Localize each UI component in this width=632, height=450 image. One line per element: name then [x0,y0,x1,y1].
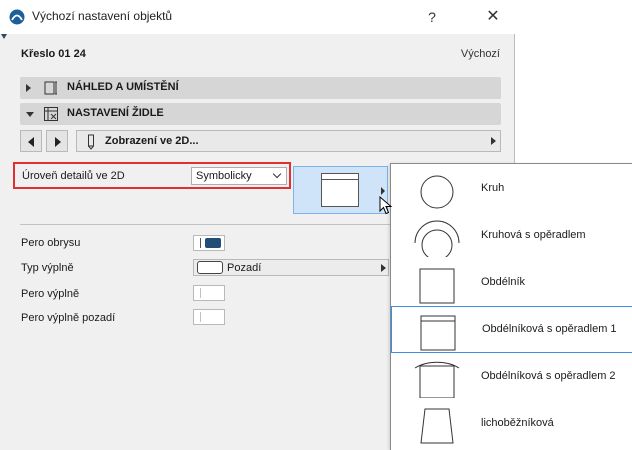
circle-backrest-icon [414,220,460,257]
chair-settings-icon [44,107,58,121]
fill-swatch-icon [197,261,223,274]
popup-item-rectangle-backrest-2[interactable]: Obdélníková s opěradlem 2 [391,354,632,401]
popup-item-label: Kruhová s opěradlem [481,229,586,241]
outline-pen-label: Pero obrysu [21,237,81,249]
page-selector[interactable]: Zobrazení ve 2D... [76,130,501,152]
corner-arrow-icon [1,34,7,39]
default-label: Výchozí [460,48,500,60]
page-navigator: Zobrazení ve 2D... [20,130,501,152]
archicad-app-icon [9,9,25,25]
pencil-icon [88,134,94,150]
fill-type-label: Typ výplně [21,262,74,274]
pen-color-swatch [205,238,221,248]
outline-pen-control[interactable] [193,235,225,251]
page-selector-label: Zobrazení ve 2D... [105,135,199,147]
detail-level-value: Symbolicky [196,170,252,182]
close-button[interactable]: ✕ [482,6,504,28]
rectangle-backrest-1-icon [420,315,456,351]
popup-item-circle[interactable]: Kruh [391,166,632,213]
detail-level-select[interactable]: Symbolicky [191,167,287,185]
rectangle-icon [419,268,455,304]
section-preview-placement[interactable]: NÁHLED A UMÍSTĚNÍ [20,77,501,99]
fill-background-pen-label: Pero výplně pozadí [21,312,116,324]
title-bar: Výchozí nastavení objektů ? ✕ [0,0,515,34]
mouse-cursor-icon [379,196,393,215]
pen-tick-icon [200,238,201,248]
trapezoid-icon [420,408,454,444]
pen-color-swatch [205,288,221,298]
window-title: Výchozí nastavení objektů [32,9,173,23]
pen-tick-icon [200,288,201,298]
popup-item-label: Kruh [481,182,505,194]
collapse-arrow-icon [26,112,34,117]
symbol-type-popup: Kruh Kruhová s opěradlem Obdélník Obdéln… [390,163,632,450]
popup-item-label: Obdélníková s opěradlem 2 [481,370,616,382]
pen-tick-icon [200,312,201,322]
section-label: NASTAVENÍ ŽIDLE [67,107,164,119]
fill-background-pen-control[interactable] [193,309,225,325]
fill-pen-control[interactable] [193,285,225,301]
preview-placement-icon [44,81,57,95]
chevron-right-icon [491,137,496,145]
section-label: NÁHLED A UMÍSTĚNÍ [67,81,179,93]
fill-type-selector[interactable]: Pozadí [193,259,389,276]
object-name: Křeslo 01 24 [21,48,86,60]
chevron-right-icon [381,187,385,195]
help-button[interactable]: ? [421,6,443,28]
popup-item-label: Obdélník [481,276,526,288]
popup-item-trapezoid[interactable]: lichoběžníková [391,401,632,448]
pen-color-swatch [205,312,221,322]
chevron-right-icon [381,264,386,272]
popup-item-circle-backrest[interactable]: Kruhová s opěradlem [391,213,632,260]
rectangle-backrest-2-icon [414,361,460,398]
expand-arrow-icon [26,84,31,92]
arrow-right-icon [55,137,61,147]
fill-pen-label: Pero výplně [21,288,80,300]
next-page-button[interactable] [46,130,68,152]
arrow-left-icon [28,137,34,147]
fill-type-value: Pozadí [227,262,262,274]
popup-item-label: lichoběžníková [481,417,554,429]
previous-page-button[interactable] [20,130,42,152]
popup-item-rectangle[interactable]: Obdélník [391,260,632,307]
chevron-down-icon [272,169,282,179]
popup-item-label: Obdélníková s opěradlem 1 [482,323,617,335]
popup-item-rectangle-backrest-1[interactable]: Obdélníková s opěradlem 1 [391,306,632,353]
rectangle-backrest-preview-icon [321,173,359,207]
circle-icon [420,175,454,209]
symbol-preview-button[interactable] [293,166,388,214]
detail-level-highlight: Úroveň detailů ve 2D Symbolicky [13,162,291,189]
section-chair-settings[interactable]: NASTAVENÍ ŽIDLE [20,103,501,125]
detail-level-label: Úroveň detailů ve 2D [22,170,125,182]
